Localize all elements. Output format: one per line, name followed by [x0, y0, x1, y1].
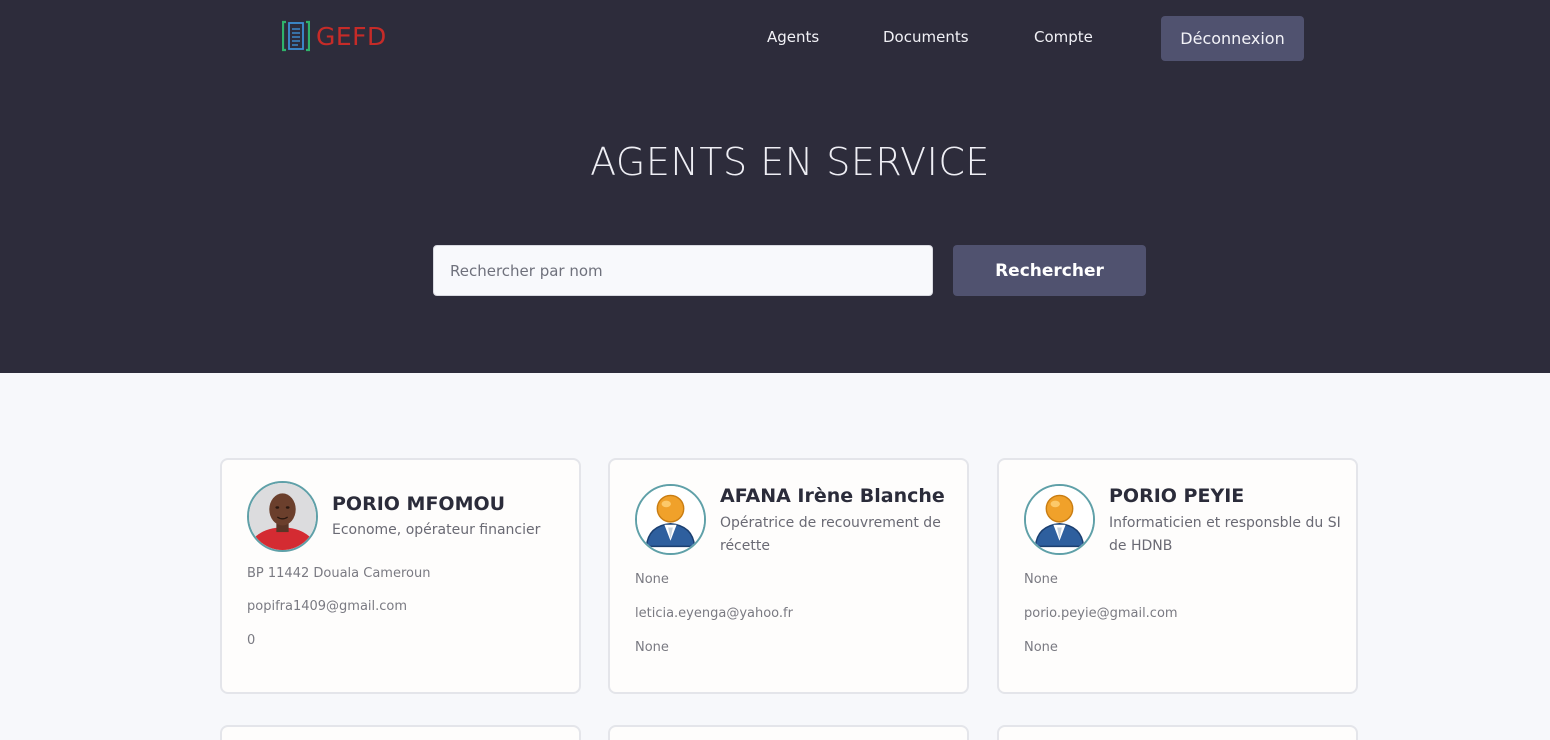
logo[interactable]: GEFD	[282, 20, 387, 52]
hero-section: GEFD Agents Documents Compte Déconnexion…	[0, 0, 1550, 373]
agent-email: porio.peyie@gmail.com	[1024, 606, 1178, 621]
agent-name: PORIO MFOMOU	[332, 493, 506, 515]
search-input[interactable]	[433, 245, 933, 296]
agent-role: Econome, opérateur financier	[332, 522, 541, 538]
agent-role: Informaticien et responsble du SI de HDN…	[1109, 515, 1341, 554]
agent-photo	[247, 481, 318, 552]
nav-agents-link[interactable]: Agents	[767, 28, 819, 46]
logo-text: GEFD	[316, 21, 387, 51]
document-logo-icon	[282, 20, 310, 52]
default-user-icon	[1024, 484, 1095, 555]
agent-phone: 0	[247, 633, 256, 648]
default-user-icon	[635, 484, 706, 555]
agent-card-partial[interactable]	[997, 725, 1358, 740]
search-button[interactable]: Rechercher	[953, 245, 1146, 296]
agent-card[interactable]: PORIO MFOMOU Econome, opérateur financie…	[220, 458, 581, 694]
agent-email: leticia.eyenga@yahoo.fr	[635, 606, 793, 621]
user-icon	[1026, 486, 1093, 553]
nav-compte-link[interactable]: Compte	[1034, 28, 1093, 46]
agent-name: AFANA Irène Blanche	[720, 485, 945, 507]
page-title: AGENTS EN SERVICE	[590, 140, 990, 184]
agent-card[interactable]: PORIO PEYIE Informaticien et responsble …	[997, 458, 1358, 694]
agent-card-partial[interactable]	[608, 725, 969, 740]
agent-card-partial[interactable]	[220, 725, 581, 740]
user-icon	[637, 486, 704, 553]
agent-name: PORIO PEYIE	[1109, 485, 1245, 507]
nav-documents-link[interactable]: Documents	[883, 28, 969, 46]
agent-address: BP 11442 Douala Cameroun	[247, 566, 431, 581]
agent-address: None	[635, 572, 669, 587]
agent-role: Opératrice de recouvrement de récette	[720, 515, 941, 554]
agent-card[interactable]: AFANA Irène Blanche Opératrice de recouv…	[608, 458, 969, 694]
agent-phone: None	[635, 640, 669, 655]
logout-button[interactable]: Déconnexion	[1161, 16, 1304, 61]
agent-address: None	[1024, 572, 1058, 587]
agent-photo-image	[249, 483, 316, 550]
agent-email: popifra1409@gmail.com	[247, 599, 408, 614]
agent-phone: None	[1024, 640, 1058, 655]
